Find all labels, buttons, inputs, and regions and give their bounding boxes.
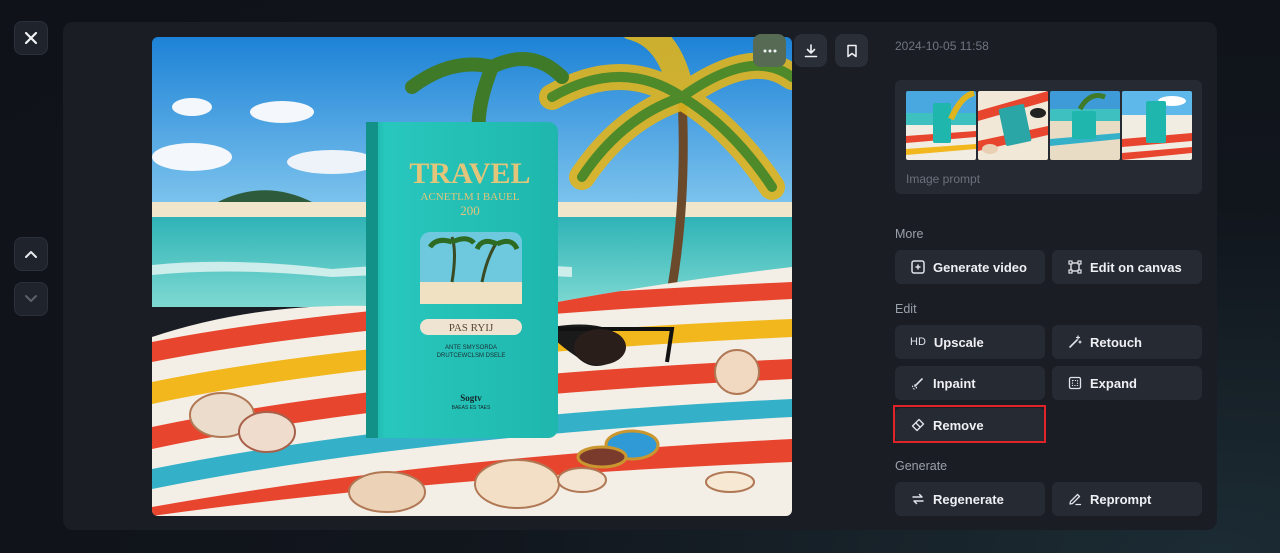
book-footer: Sogtv: [460, 393, 482, 403]
section-more-label: More: [895, 227, 924, 241]
reprompt-button[interactable]: Reprompt: [1052, 482, 1202, 516]
bookmark-icon: [846, 44, 857, 57]
download-button[interactable]: [794, 34, 827, 67]
image-prompt-label: Image prompt: [906, 172, 981, 186]
brush-icon: [910, 375, 926, 391]
prompt-thumbnails: [906, 91, 1192, 160]
book-number: 200: [460, 203, 480, 218]
retouch-label: Retouch: [1090, 334, 1142, 350]
bookmark-button[interactable]: [835, 34, 868, 67]
section-edit-label: Edit: [895, 302, 917, 316]
magic-wand-icon: [1067, 334, 1083, 350]
close-icon: [24, 31, 38, 45]
download-icon: [804, 43, 817, 57]
regenerate-button[interactable]: Regenerate: [895, 482, 1045, 516]
book-passport-text: PAS RYIJ: [449, 322, 494, 334]
prompt-thumbnail[interactable]: [1122, 91, 1192, 160]
generate-video-label: Generate video: [933, 259, 1027, 275]
section-generate-label: Generate: [895, 459, 948, 473]
creation-timestamp: 2024-10-05 11:58: [895, 39, 989, 53]
chevron-down-icon: [25, 295, 37, 302]
edit-on-canvas-button[interactable]: Edit on canvas: [1052, 250, 1202, 284]
close-button[interactable]: [14, 21, 48, 55]
prompt-thumbnail[interactable]: [1050, 91, 1120, 160]
hd-icon: HD: [910, 336, 926, 348]
refresh-icon: [910, 491, 926, 507]
image-prompt-card[interactable]: Image prompt: [895, 80, 1202, 194]
prompt-thumbnail[interactable]: [906, 91, 976, 160]
regenerate-label: Regenerate: [933, 491, 1004, 507]
expand-button[interactable]: Expand: [1052, 366, 1202, 400]
more-options-button[interactable]: [753, 34, 786, 67]
book-title: TRAVEL: [409, 157, 530, 190]
upscale-label: Upscale: [933, 334, 984, 350]
pencil-icon: [1067, 491, 1083, 507]
video-add-icon: [910, 259, 926, 275]
expand-icon: [1067, 375, 1083, 391]
book-small-text-1: ANTE SMYSORDA: [445, 345, 497, 351]
prompt-thumbnail[interactable]: [978, 91, 1048, 160]
upscale-button[interactable]: HD Upscale: [895, 325, 1045, 359]
generate-video-button[interactable]: Generate video: [895, 250, 1045, 284]
generated-image[interactable]: TRAVEL ACNETLM I BAUEL 200 PAS RYIJ ANTE…: [152, 37, 792, 516]
book-subtitle: ACNETLM I BAUEL: [421, 191, 520, 203]
book-small-text-2: DRUTCEWCLSM DSELE: [437, 353, 506, 359]
book-footer-small: BAEAS ES TAES: [452, 405, 491, 411]
previous-image-button[interactable]: [14, 237, 48, 271]
inpaint-label: Inpaint: [933, 375, 976, 391]
more-horizontal-icon: [763, 49, 776, 52]
reprompt-label: Reprompt: [1090, 491, 1152, 507]
next-image-button[interactable]: [14, 282, 48, 316]
retouch-button[interactable]: Retouch: [1052, 325, 1202, 359]
chevron-up-icon: [25, 251, 37, 258]
remove-highlight-box: [893, 405, 1046, 443]
expand-label: Expand: [1090, 375, 1137, 391]
beach-scene-illustration: TRAVEL ACNETLM I BAUEL 200 PAS RYIJ ANTE…: [152, 37, 792, 516]
edit-on-canvas-label: Edit on canvas: [1090, 259, 1182, 275]
inpaint-button[interactable]: Inpaint: [895, 366, 1045, 400]
canvas-icon: [1067, 259, 1083, 275]
